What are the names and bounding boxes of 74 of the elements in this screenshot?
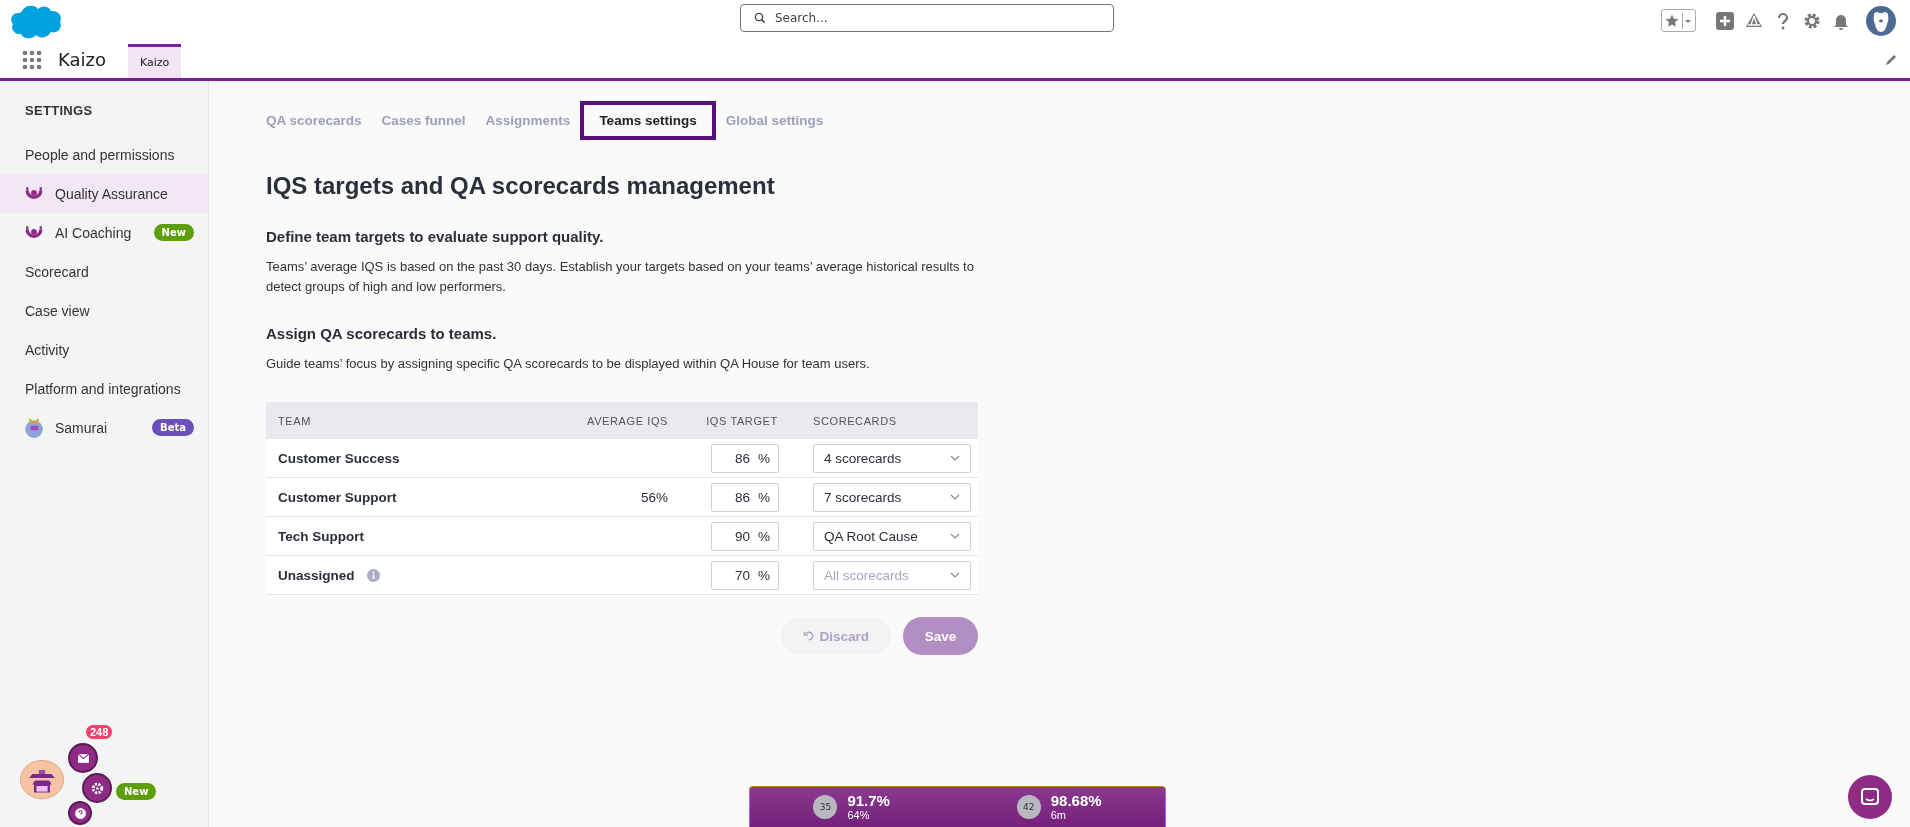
section-description: Guide teams’ focus by assigning specific QA scorecards to be displayed within QA House for team users. (266, 355, 871, 373)
chevron-down-icon (950, 494, 960, 500)
scorecards-dropdown[interactable]: 7 scorecards (813, 482, 971, 512)
horseshoe-icon (25, 224, 43, 241)
sidebar-item[interactable]: Platform and integrations (0, 369, 208, 408)
avatar-icon[interactable] (1866, 5, 1896, 36)
sidebar-item[interactable]: AI Coaching New (0, 213, 208, 252)
undo-icon (803, 630, 815, 642)
column-header: SCORECARDS (812, 414, 898, 427)
sidebar-title: SETTINGS (24, 102, 94, 120)
section-description: Teams’ average IQS is based on the past 30 days. Establish your targets based on your teams’ average historical results to detect groups of high and low performers. (266, 258, 975, 296)
sidebar-badge: Beta (152, 419, 194, 436)
sidebar-badge: New (153, 224, 194, 241)
sidebar-item[interactable]: Activity (0, 330, 208, 369)
app-name: Kaizo (58, 49, 106, 70)
robot-avatar-icon (23, 416, 45, 439)
section-heading: Assign QA scorecards to teams. (266, 325, 498, 342)
plus-icon[interactable] (1715, 10, 1735, 31)
help-button[interactable] (68, 801, 92, 825)
help-icon (73, 806, 87, 820)
scorecards-dropdown[interactable]: 4 scorecards (813, 443, 971, 473)
stat-subvalue: 6m (1050, 808, 1067, 822)
stat-value: 91.7% (847, 792, 890, 809)
trophy-icon: 42 (1016, 795, 1041, 819)
team-name: Customer Success (278, 450, 400, 466)
trophy-icon: 35 (813, 795, 838, 819)
search-icon (754, 12, 766, 24)
stat-value: 98.68% (1050, 792, 1102, 809)
nav-tab[interactable]: Kaizo (128, 44, 182, 78)
notification-count: 248 (86, 725, 113, 739)
column-header: AVERAGE IQS (586, 414, 669, 427)
envelope-icon (76, 751, 90, 765)
sidebar-item[interactable]: Samurai Beta (0, 408, 208, 447)
team-name: Unassigned (278, 567, 355, 583)
mail-button[interactable] (68, 743, 98, 773)
pencil-icon[interactable] (1884, 52, 1898, 67)
sidebar-item[interactable]: Quality Assurance (0, 174, 208, 213)
target-input[interactable]: 70 % (711, 560, 779, 590)
sidebar-item-label: Quality Assurance (55, 185, 168, 202)
search-field[interactable]: Search... (740, 4, 1114, 32)
tab[interactable]: Teams settings (580, 101, 716, 140)
chevron-down-icon (950, 533, 960, 539)
average-iqs: 56% (640, 489, 668, 505)
team-name: Customer Support (278, 489, 397, 505)
sidebar-item-label: Samurai (55, 419, 108, 436)
sidebar-item-label: People and permissions (25, 146, 175, 163)
sidebar-item[interactable]: Scorecard (0, 252, 208, 291)
sidebar-item-label: Scorecard (25, 263, 89, 280)
app-launcher-icon[interactable] (22, 49, 42, 70)
scorecards-dropdown[interactable]: QA Root Cause (813, 521, 971, 551)
page-title: IQS targets and QA scorecards management (266, 172, 776, 200)
target-input[interactable]: 90 % (711, 521, 779, 551)
sidebar-item-label: Activity (25, 341, 70, 358)
chat-button[interactable] (1848, 775, 1892, 819)
column-header: TEAM (277, 414, 312, 427)
settings-button[interactable] (82, 773, 112, 803)
horseshoe-icon (25, 185, 43, 202)
target-input[interactable]: 86 % (711, 482, 779, 512)
sidebar-item-label: Case view (25, 302, 90, 319)
column-header: IQS TARGET (705, 414, 779, 427)
stat-subvalue: 64% (847, 808, 871, 822)
chevron-down-icon (950, 455, 960, 461)
sidebar-item[interactable]: Case view (0, 291, 208, 330)
sidebar-item[interactable]: People and permissions (0, 135, 208, 174)
sidebar-item-label: AI Coaching (55, 224, 132, 241)
settings-icon (90, 781, 104, 795)
chevron-down-icon (950, 572, 960, 578)
star-icon (1664, 12, 1683, 29)
sidebar-item-label: Platform and integrations (25, 380, 181, 397)
team-name: Tech Support (278, 528, 364, 544)
section-heading: Define team targets to evaluate support quality. (266, 228, 605, 245)
favorites-button[interactable] (1661, 9, 1696, 32)
target-input[interactable]: 86 % (711, 443, 779, 473)
new-badge: New (116, 783, 157, 800)
